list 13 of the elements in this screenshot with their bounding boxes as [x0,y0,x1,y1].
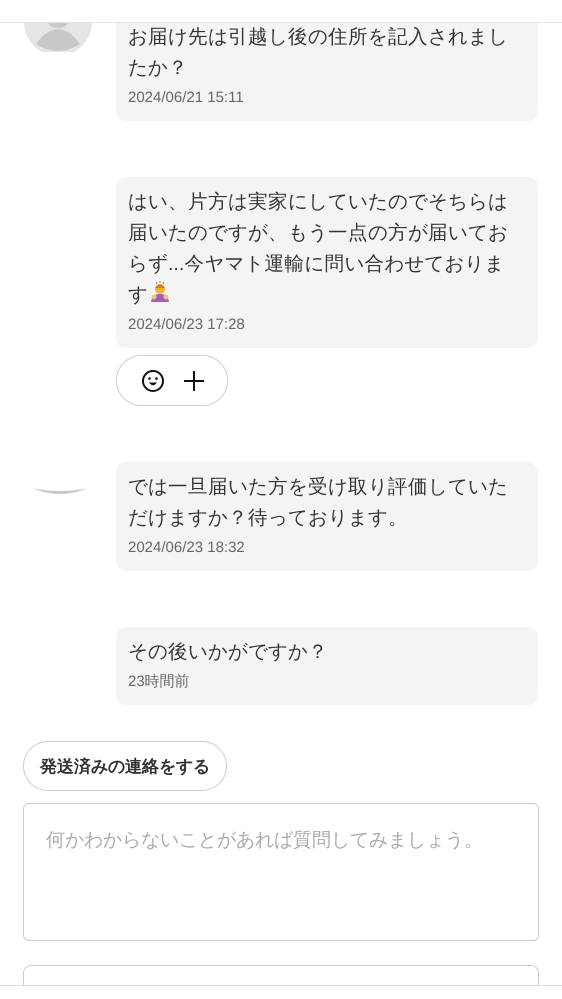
smiley-icon [141,368,165,392]
plus-icon [183,370,205,392]
message-timestamp: 2024/06/23 17:28 [128,315,246,335]
message-text: お届け先は引越し後の住所を記入されましたか？ [128,26,508,79]
message-input-field[interactable]: 何かわからないことがあれば質問してみましょう。 [23,803,539,941]
message-text: はい、片方は実家にしていたのでそちらは届いたのですが、もう一点の方が届いておらず...今ヤマト運輸に問い合わせております [128,191,508,306]
shipped-notice-button[interactable]: 発送済みの連絡をする [23,741,227,791]
reaction-button[interactable] [116,355,228,406]
message-text: その後いかがですか？ [128,641,328,663]
message-text: では一旦届いた方を受け取り評価していただけますか？待っております。 [128,476,508,529]
message-timestamp: 2024/06/21 15:11 [128,88,245,108]
message-timestamp: 2024/06/23 18:32 [128,538,246,558]
message-timestamp: 23時間前 [128,672,191,692]
